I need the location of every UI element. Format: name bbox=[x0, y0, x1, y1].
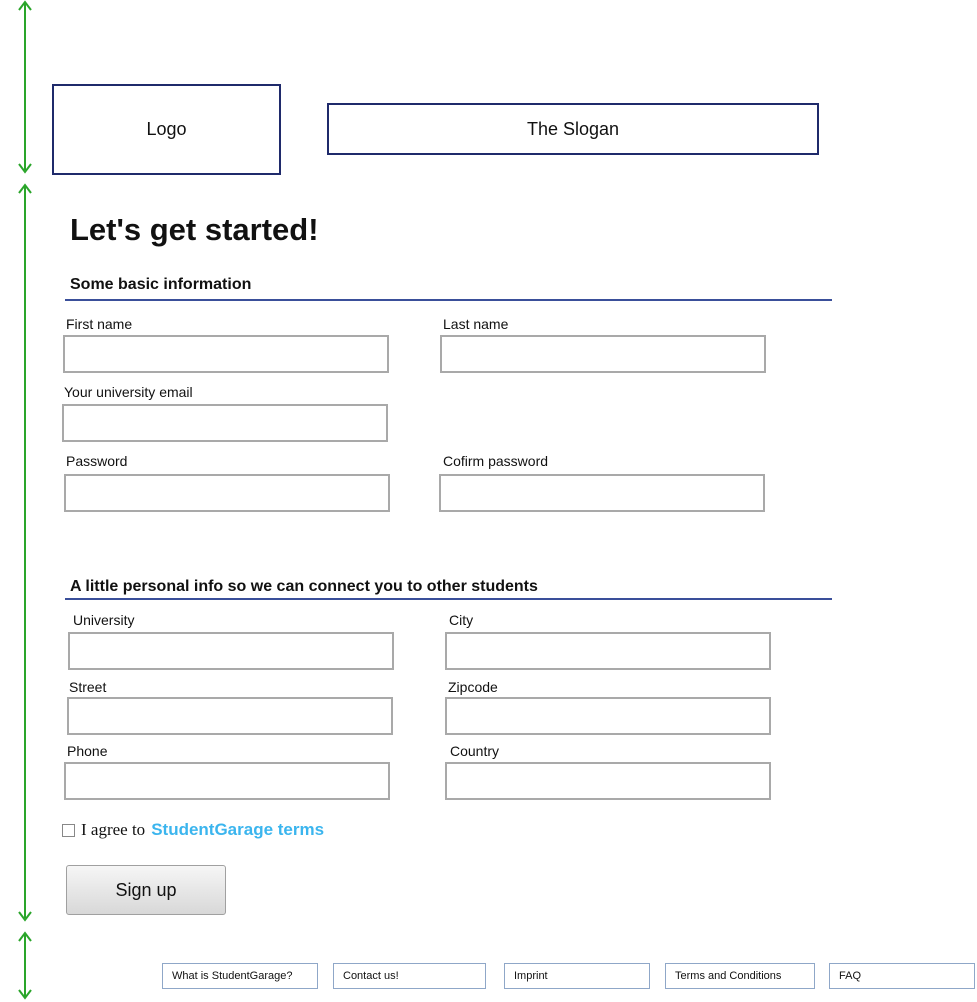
sign-up-button[interactable]: Sign up bbox=[66, 865, 226, 915]
street-label: Street bbox=[69, 679, 107, 695]
password-input[interactable] bbox=[64, 474, 390, 512]
password-label: Password bbox=[66, 453, 128, 469]
city-label: City bbox=[449, 612, 474, 628]
footer-link-imprint[interactable]: Imprint bbox=[504, 963, 650, 989]
phone-input[interactable] bbox=[64, 762, 390, 800]
last-name-label: Last name bbox=[443, 316, 509, 332]
arrow-down-icon bbox=[17, 910, 33, 922]
footer-link-terms[interactable]: Terms and Conditions bbox=[665, 963, 815, 989]
confirm-password-label: Cofirm password bbox=[443, 453, 549, 469]
slogan: The Slogan bbox=[327, 103, 819, 155]
country-label: Country bbox=[450, 743, 500, 759]
arrow-down-icon bbox=[17, 988, 33, 1000]
zipcode-input[interactable] bbox=[445, 697, 771, 735]
email-input[interactable] bbox=[62, 404, 388, 442]
university-input[interactable] bbox=[68, 632, 394, 670]
terms-link[interactable]: StudentGarage terms bbox=[151, 820, 324, 840]
header-guide-line bbox=[24, 2, 26, 170]
zipcode-label: Zipcode bbox=[448, 679, 498, 695]
confirm-password-input[interactable] bbox=[439, 474, 765, 512]
email-label: Your university email bbox=[64, 384, 193, 400]
first-name-label: First name bbox=[66, 316, 133, 332]
section-divider bbox=[65, 598, 832, 600]
section-heading-basic: Some basic information bbox=[70, 276, 252, 293]
first-name-input[interactable] bbox=[63, 335, 389, 373]
section-heading-personal: A little personal info so we can connect… bbox=[70, 578, 538, 595]
terms-checkbox[interactable] bbox=[62, 823, 75, 837]
footer-link-what-is[interactable]: What is StudentGarage? bbox=[162, 963, 318, 989]
agree-text: I agree to bbox=[81, 820, 146, 839]
section-divider bbox=[65, 299, 832, 301]
footer-link-faq[interactable]: FAQ bbox=[829, 963, 975, 989]
terms-agreement: I agree to StudentGarage terms bbox=[62, 820, 324, 840]
logo[interactable]: Logo bbox=[52, 84, 281, 175]
footer-link-contact[interactable]: Contact us! bbox=[333, 963, 486, 989]
street-input[interactable] bbox=[67, 697, 393, 735]
last-name-input[interactable] bbox=[440, 335, 766, 373]
university-label: University bbox=[73, 612, 135, 628]
page-title: Let's get started! bbox=[70, 212, 319, 247]
phone-label: Phone bbox=[67, 743, 108, 759]
city-input[interactable] bbox=[445, 632, 771, 670]
body-guide-line bbox=[24, 185, 26, 918]
arrow-down-icon bbox=[17, 162, 33, 174]
country-input[interactable] bbox=[445, 762, 771, 800]
